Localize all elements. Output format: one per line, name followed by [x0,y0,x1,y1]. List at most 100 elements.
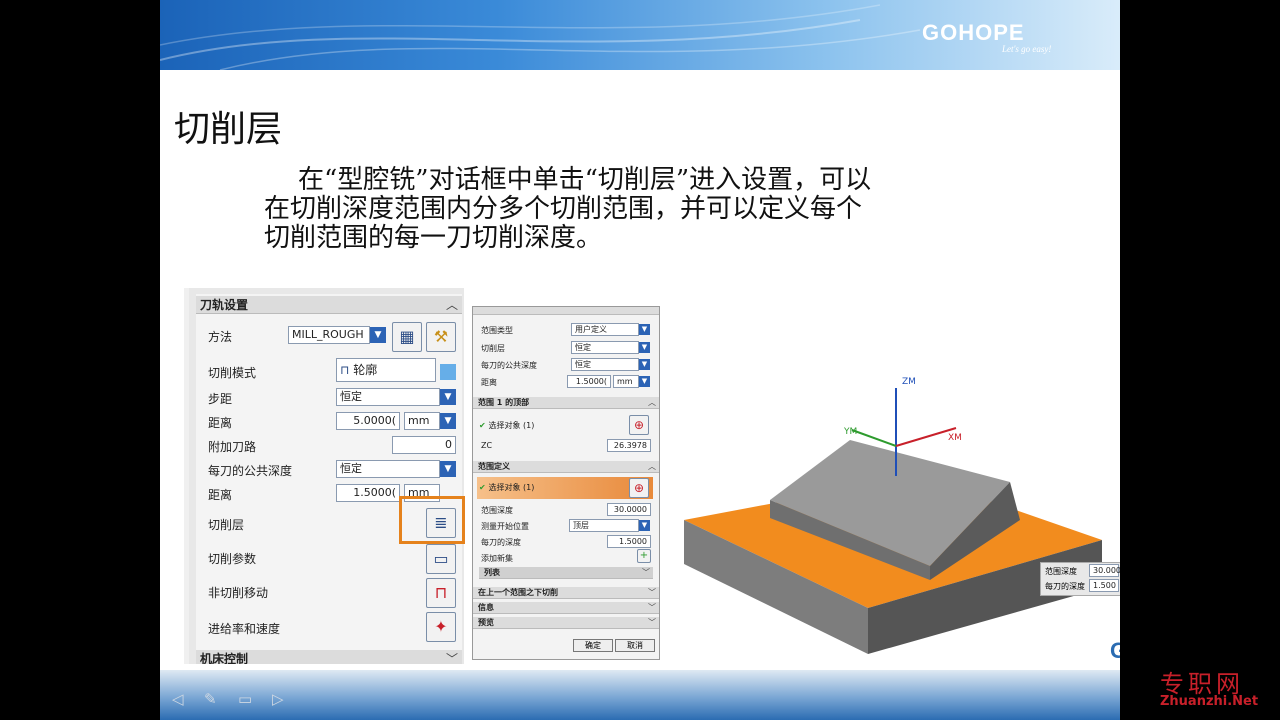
common-depth-select[interactable]: 恒定 [336,460,440,478]
list-label: 列表 [484,568,500,577]
depth-per-cut-input[interactable]: 1.5000 [607,535,651,548]
common-depth-label: 每刀的公共深度 [208,464,293,478]
extra-passes-input[interactable]: 0 [392,436,456,454]
chevron-down-icon: ﹀ [648,588,656,597]
preview-header[interactable]: 预览 ﹀ [473,617,659,629]
body-line-3: 切削范围的每一刀切削深度。 [264,223,603,253]
distance2-input[interactable]: 1.5000( [336,484,400,502]
section-path-settings-label: 刀轨设置 [200,298,249,312]
cut-levels-label: 切削层 [208,518,245,532]
stepover-select[interactable]: 恒定 [336,388,440,406]
chevron-down-icon[interactable]: ▼ [639,324,650,335]
cut-pattern-label: 切削模式 [208,366,257,380]
wrench-icon[interactable]: ⚒ [426,322,456,352]
brand-tagline: Let's go easy! [1002,44,1052,54]
header-banner: GOHOPE Let's go easy! [160,0,1120,70]
non-cut-moves-icon[interactable]: ⊓ [426,578,456,608]
method-select[interactable]: MILL_ROUGH [288,326,370,344]
chevron-down-icon[interactable]: ▼ [639,342,650,353]
menu-icon[interactable]: ▭ [238,690,252,708]
chevron-down-icon[interactable]: ▼ [370,327,386,343]
distance-unit-select[interactable]: mm [404,412,440,430]
chevron-down-icon[interactable] [440,364,456,380]
footer-brand: GOHOPE [1110,638,1120,663]
contour-icon: ⊓ [340,363,354,377]
cut-levels-select[interactable]: 恒定 [571,341,639,354]
section-path-settings[interactable]: 刀轨设置 ︿ [196,296,462,314]
checkmark-icon: ✔ [479,483,489,492]
cut-params-icon[interactable]: ▭ [426,544,456,574]
ym-label: YM [843,427,857,437]
select-object-1-label: 选择对象 (1) [488,421,535,430]
feeds-speeds-icon[interactable]: ✦ [426,612,456,642]
section-machine-control[interactable]: 机床控制 ﹀ [196,650,462,664]
section-machine-control-label: 机床控制 [200,652,249,664]
cut-pattern-value: 轮廓 [353,363,378,377]
cut-levels-dialog: 范围类型 用户定义 ▼ 切削层 恒定 ▼ 每刀的公共深度 恒定 ▼ 距离 1.5… [472,306,660,660]
select-object-row-1[interactable]: ✔ 选择对象 (1) [479,417,653,435]
list-header[interactable]: 列表 ﹀ [479,567,653,579]
measure-from-select[interactable]: 顶层 [569,519,639,532]
slide-title: 切削层 [174,109,283,150]
zc-input[interactable]: 26.3978 [607,439,651,452]
range-depth-input[interactable]: 30.0000 [607,503,651,516]
below-range-label: 在上一个范围之下切削 [478,588,558,597]
method-label: 方法 [208,330,233,344]
popup-range-depth-input[interactable]: 30.000 [1089,564,1120,577]
distance-input[interactable]: 5.0000( [336,412,400,430]
body-line-1: 在“型腔铣”对话框中单击“切削层”进入设置，可以 [298,165,872,195]
brand-logo: GOHOPE [922,20,1025,45]
info-header[interactable]: 信息 ﹀ [473,602,659,614]
chevron-down-icon: ﹀ [648,618,656,627]
popup-range-depth-label: 范围深度 [1045,567,1077,576]
common-depth-select[interactable]: 恒定 [571,358,639,371]
chevron-up-icon: ︿ [445,298,458,312]
method-edit-icon[interactable]: ▦ [392,322,422,352]
chevron-down-icon[interactable]: ▼ [440,389,456,405]
pen-icon[interactable]: ✎ [204,690,217,708]
distance2-label: 距离 [208,488,233,502]
path-settings-panel: 刀轨设置 ︿ 方法 MILL_ROUGH ▼ ▦ ⚒ 切削模式 ⊓ 轮廓 步距 恒… [184,288,464,664]
below-range-header[interactable]: 在上一个范围之下切削 ﹀ [473,587,659,599]
add-set-icon[interactable]: + [637,549,651,563]
chevron-down-icon[interactable]: ▼ [440,413,456,429]
depth-popup: 范围深度 30.000 每刀的深度 1.500 [1040,562,1120,596]
unit-select[interactable]: mm [613,375,639,388]
range-type-select[interactable]: 用户定义 [571,323,639,336]
add-new-set-label: 添加新集 [481,554,513,563]
crosshair-icon[interactable]: ⊕ [629,415,649,435]
cancel-button[interactable]: 取消 [615,639,655,652]
cut-params-label: 切削参数 [208,552,257,566]
chevron-down-icon[interactable]: ▼ [440,461,456,477]
preview-label: 预览 [478,618,494,627]
select-object-2-label: 选择对象 (1) [488,483,535,492]
xm-label: XM [948,433,962,443]
chevron-down-icon[interactable]: ▼ [639,520,650,531]
body-line-2: 在切削深度范围内分多个切削范围，并可以定义每个 [264,194,863,224]
cut-pattern-select[interactable]: ⊓ 轮廓 [336,358,436,382]
zc-label: ZC [481,441,493,450]
chevron-down-icon[interactable]: ▼ [639,359,650,370]
chevron-down-icon[interactable]: ▼ [639,376,650,387]
footer-bar [160,670,1120,720]
popup-depth-per-cut-input[interactable]: 1.500 [1089,579,1119,592]
distance-label: 距离 [208,416,233,430]
feeds-label: 进给率和速度 [208,622,281,636]
range1-top-header[interactable]: 范围 1 的顶部 ︿ [473,397,659,409]
xm-axis [895,427,957,447]
range-depth-label: 范围深度 [481,506,513,515]
slide: GOHOPE Let's go easy! 切削层 在“型腔铣”对话框中单击“切… [160,0,1120,720]
select-object-row-2[interactable]: ✔ 选择对象 (1) [479,479,653,497]
cut-levels-highlight [399,496,465,544]
distance-input[interactable]: 1.5000( [567,375,611,388]
range-def-header[interactable]: 范围定义 ︿ [473,461,659,473]
nav-prev-icon[interactable]: ◁ [172,690,184,708]
part-3d-view: ZM XM YM 范围深度 30.000 每刀的深度 1.500 [680,368,1120,668]
depth-per-cut-label: 每刀的深度 [481,538,521,547]
chevron-up-icon: ︿ [648,462,656,471]
measure-from-label: 测量开始位置 [481,522,529,531]
chevron-down-icon: ﹀ [642,568,650,577]
crosshair-icon[interactable]: ⊕ [629,478,649,498]
ok-button[interactable]: 确定 [573,639,613,652]
nav-next-icon[interactable]: ▷ [272,690,284,708]
